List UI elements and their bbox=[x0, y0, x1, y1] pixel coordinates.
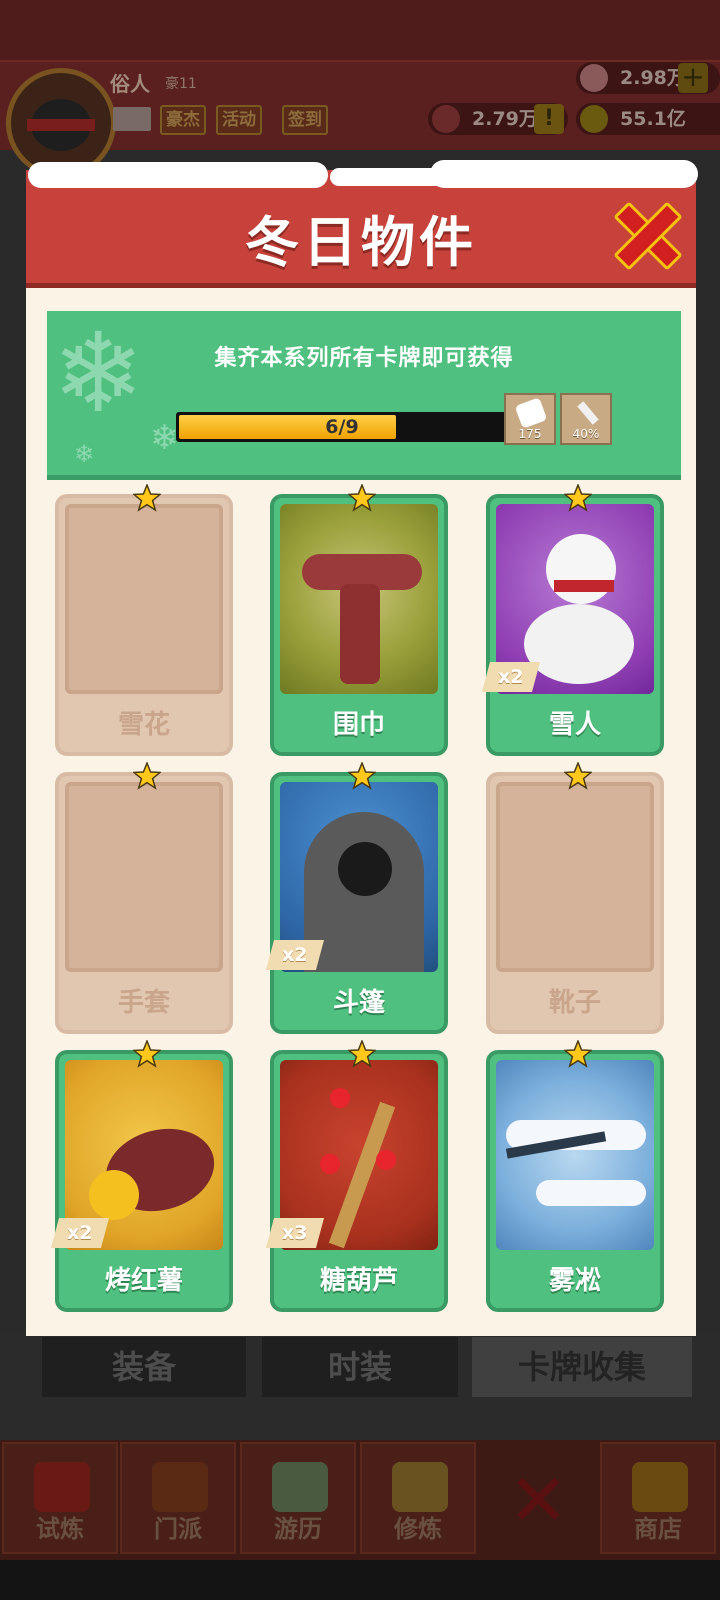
card-scarf[interactable]: 围巾 bbox=[270, 484, 448, 756]
banner-text: 集齐本系列所有卡牌即可获得 bbox=[214, 346, 514, 371]
nav-cultivate[interactable]: 修炼 bbox=[360, 1442, 476, 1554]
snowflake-icon: ❄ bbox=[150, 418, 179, 458]
player-name: 俗人 bbox=[110, 72, 150, 96]
sect-icon bbox=[152, 1462, 208, 1512]
cultivate-icon bbox=[392, 1462, 448, 1512]
mail-icon[interactable] bbox=[113, 107, 151, 131]
dice-icon bbox=[514, 397, 548, 429]
star-icon bbox=[133, 1040, 161, 1067]
card-snowflake[interactable]: 雪花 bbox=[55, 484, 233, 756]
token-icon bbox=[432, 105, 460, 133]
event-button[interactable]: 活动 bbox=[216, 105, 262, 135]
snowflake-icon: ❄ bbox=[52, 309, 145, 437]
card-name: 雾凇 bbox=[548, 1266, 601, 1296]
modal-title: 冬日物件 bbox=[245, 211, 477, 274]
hud-decoration bbox=[0, 0, 720, 62]
nav-close-icon[interactable]: ✕ bbox=[508, 1464, 568, 1536]
card-art bbox=[65, 504, 223, 694]
star-icon bbox=[564, 762, 592, 789]
nav-sect[interactable]: 门派 bbox=[120, 1442, 236, 1554]
star-icon bbox=[133, 484, 161, 511]
trial-icon bbox=[34, 1462, 90, 1512]
card-rime[interactable]: 雾凇 bbox=[486, 1040, 664, 1312]
snowflake-icon: ❄ bbox=[74, 440, 95, 468]
star-icon bbox=[564, 1040, 592, 1067]
card-gloves[interactable]: 手套 bbox=[55, 762, 233, 1034]
coins-value: 55.1亿 bbox=[620, 108, 686, 130]
progress-text: 6/9 bbox=[325, 416, 359, 438]
star-icon bbox=[348, 484, 376, 511]
card-name: 手套 bbox=[117, 988, 170, 1018]
star-icon bbox=[348, 762, 376, 789]
sword-icon bbox=[577, 401, 599, 425]
card-name: 围巾 bbox=[332, 710, 385, 740]
star-icon bbox=[348, 1040, 376, 1067]
tokens-value: 2.79万 bbox=[472, 108, 538, 130]
card-count-badge: x2 bbox=[265, 940, 325, 970]
card-art bbox=[280, 504, 438, 694]
checkin-button[interactable]: 签到 bbox=[282, 105, 328, 135]
card-name: 糖葫芦 bbox=[319, 1266, 398, 1296]
tab-card-collection[interactable]: 卡牌收集 bbox=[472, 1337, 692, 1397]
shop-icon bbox=[632, 1462, 688, 1512]
star-icon bbox=[564, 484, 592, 511]
tab-costume[interactable]: 时装 bbox=[262, 1337, 458, 1397]
card-name: 靴子 bbox=[548, 988, 601, 1018]
hero-button[interactable]: 豪杰 bbox=[160, 105, 206, 135]
coin-icon bbox=[580, 105, 608, 133]
nav-shop[interactable]: 商店 bbox=[600, 1442, 716, 1554]
card-name: 烤红薯 bbox=[104, 1266, 183, 1296]
nav-trial[interactable]: 试炼 bbox=[2, 1442, 118, 1554]
card-count-badge: x3 bbox=[265, 1218, 325, 1248]
star-icon bbox=[133, 762, 161, 789]
card-name: 雪花 bbox=[117, 710, 170, 740]
travel-icon bbox=[272, 1462, 328, 1512]
gems-value: 2.98万 bbox=[620, 67, 686, 89]
card-cloak[interactable]: x2 斗篷 bbox=[265, 762, 448, 1034]
card-art bbox=[65, 782, 223, 972]
card-count-badge: x2 bbox=[481, 662, 541, 692]
card-boots[interactable]: 靴子 bbox=[486, 762, 664, 1034]
nav-travel[interactable]: 游历 bbox=[240, 1442, 356, 1554]
snow-decoration bbox=[28, 162, 328, 188]
collection-progress-bar: 6/9 bbox=[176, 412, 508, 442]
gem-icon bbox=[580, 64, 608, 92]
add-gems-button[interactable]: + bbox=[678, 63, 708, 93]
card-snowman[interactable]: x2 雪人 bbox=[481, 484, 664, 756]
card-art bbox=[496, 1060, 654, 1250]
tab-equipment[interactable]: 装备 bbox=[42, 1337, 246, 1397]
close-button[interactable] bbox=[613, 201, 683, 271]
reward-dice[interactable]: 175 bbox=[504, 393, 556, 445]
player-level: 豪11 bbox=[165, 76, 197, 92]
card-count-badge: x2 bbox=[50, 1218, 110, 1248]
card-name: 斗篷 bbox=[332, 988, 385, 1018]
reward-sword[interactable]: 40% bbox=[560, 393, 612, 445]
card-roasted-sweet-potato[interactable]: x2 烤红薯 bbox=[50, 1040, 233, 1312]
card-art bbox=[496, 782, 654, 972]
system-bar bbox=[0, 1560, 720, 1600]
card-candied-haws[interactable]: x3 糖葫芦 bbox=[265, 1040, 448, 1312]
card-name: 雪人 bbox=[548, 710, 601, 740]
coins-counter: 55.1亿 bbox=[576, 103, 720, 135]
alert-button[interactable]: ! bbox=[534, 104, 564, 134]
